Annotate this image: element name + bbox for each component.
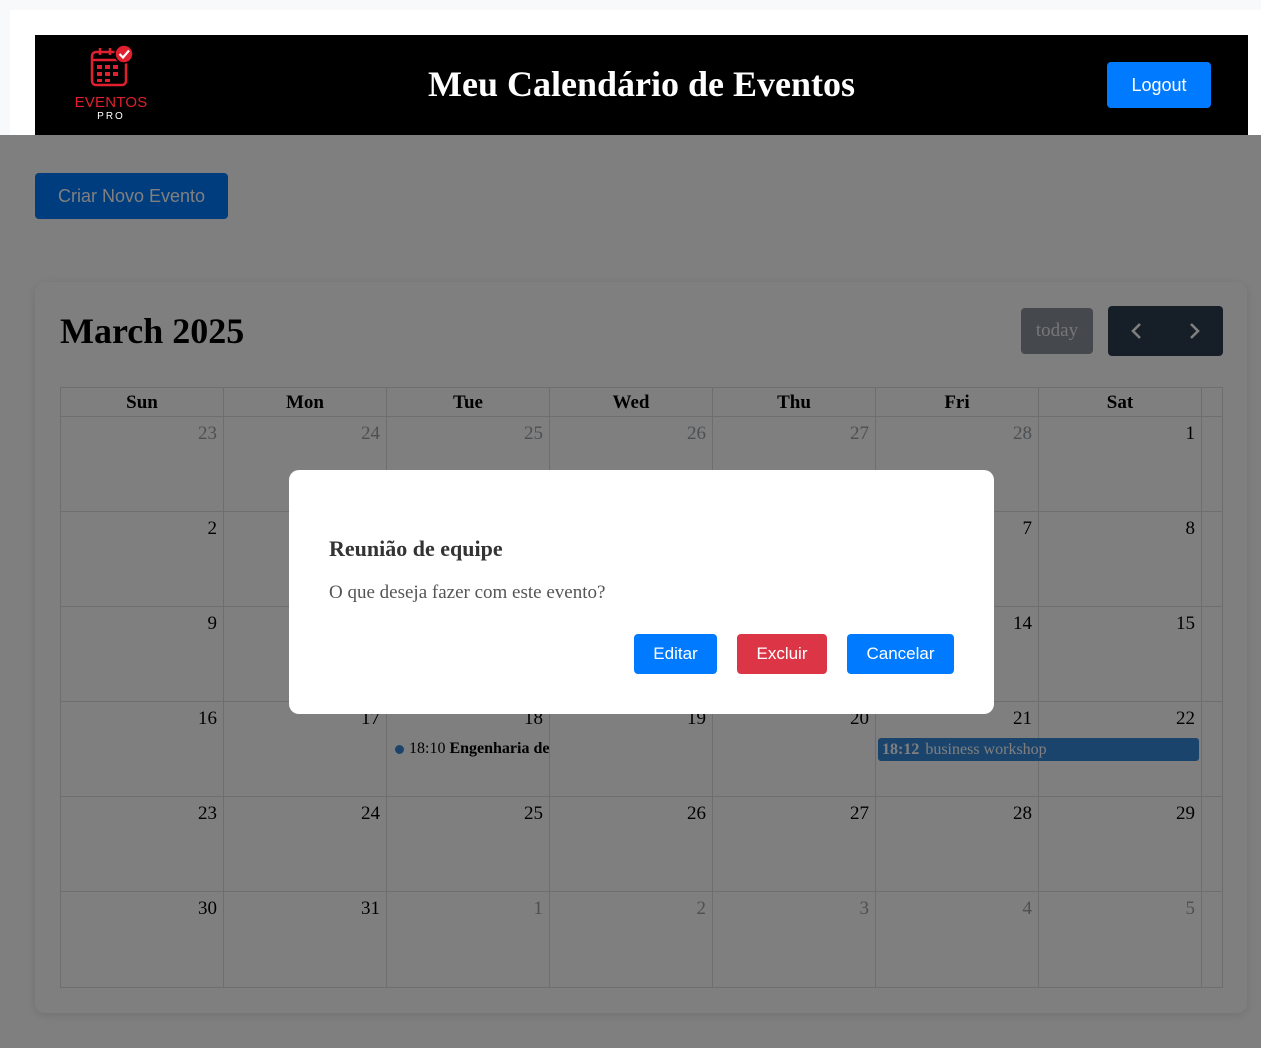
logo-text-pro: PRO	[97, 111, 125, 122]
page-title: Meu Calendário de Eventos	[428, 64, 855, 104]
logout-button[interactable]: Logout	[1107, 62, 1211, 108]
modal-message: O que deseja fazer com este evento?	[329, 582, 606, 603]
modal-title: Reunião de equipe	[329, 536, 503, 561]
edit-button[interactable]: Editar	[634, 634, 717, 674]
cancel-button[interactable]: Cancelar	[847, 634, 954, 674]
event-action-modal: Reunião de equipe O que deseja fazer com…	[289, 470, 994, 714]
delete-button[interactable]: Excluir	[737, 634, 827, 674]
app-header: EVENTOS PRO Meu Calendário de Eventos Lo…	[35, 35, 1248, 135]
